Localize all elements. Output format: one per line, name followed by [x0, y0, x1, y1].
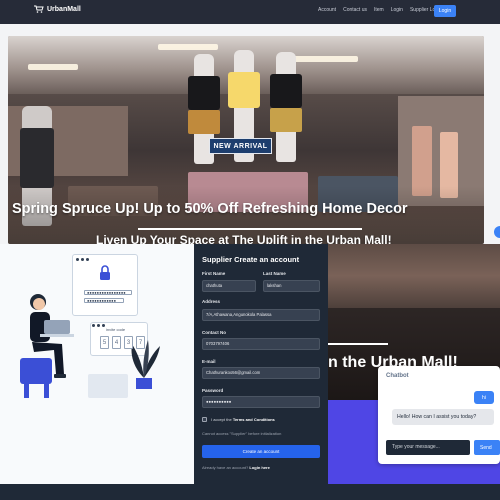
hero-title: Spring Spruce Up! Up to 50% Off Refreshi…: [12, 201, 408, 217]
ceiling-light: [28, 64, 78, 70]
last-name-label: Last Name: [263, 271, 286, 276]
ceiling-light: [158, 44, 218, 50]
error-message: Cannot access "Supplier" before initiali…: [202, 431, 282, 436]
first-name-label: First Name: [202, 271, 226, 276]
nav-link-contact[interactable]: Contact us: [343, 7, 367, 13]
address-input[interactable]: 7/A,Athawana,Angunokola Palassa: [202, 309, 320, 321]
code-digit: 5: [100, 336, 109, 349]
footer: [0, 484, 500, 500]
person-with-laptop-icon: [20, 294, 74, 398]
terms-text: I accept the Terms and Conditions: [211, 417, 275, 422]
mannequin-pants: [188, 110, 220, 134]
code-digit: 4: [112, 336, 121, 349]
new-arrival-sign: NEW ARRIVAL: [209, 138, 272, 154]
mannequin-shirt: [270, 74, 302, 108]
hero-divider-2: [328, 343, 388, 345]
cart-icon: [34, 5, 44, 13]
user-message: hi: [474, 391, 494, 404]
nav-link-account[interactable]: Account: [318, 7, 336, 13]
password-input[interactable]: ●●●●●●●●●●: [202, 396, 320, 408]
boxes: [88, 374, 128, 398]
terms-prefix: I accept the: [211, 417, 232, 422]
mannequin-shirt: [188, 76, 220, 110]
nav-link-login[interactable]: Login: [391, 7, 403, 13]
brand-name: UrbanMall: [47, 5, 81, 13]
hero-divider: [138, 228, 362, 230]
brand-logo[interactable]: UrbanMall: [34, 5, 81, 13]
mannequin-pants: [270, 108, 302, 132]
form-title: Supplier Create an account: [202, 255, 300, 264]
lock-icon: [100, 265, 110, 280]
send-button[interactable]: Send: [474, 440, 500, 455]
signup-illustration: ●●●●●●●●●●●●●●●● ●●●●●●●●●●●●: [0, 244, 194, 484]
bot-message: Hello! How can I assist you today?: [392, 409, 494, 425]
create-account-button[interactable]: Create an account: [202, 445, 320, 458]
signin-text: Already have an account? Login here: [202, 465, 270, 470]
window-dots-icon: [76, 258, 89, 261]
carousel-control[interactable]: [494, 226, 500, 238]
nav-links: Account Contact us Item Login Supplier L…: [318, 7, 438, 13]
first-name-input[interactable]: chathuta: [202, 280, 256, 292]
last-name-input[interactable]: lakshan: [263, 280, 320, 292]
address-label: Address: [202, 299, 221, 304]
mannequin-jacket: [20, 128, 54, 188]
chatbot-title: Chatbot: [386, 373, 409, 379]
password-label: Password: [202, 388, 224, 393]
email-input[interactable]: Chathurankoo56@gmail.com: [202, 367, 320, 379]
email-label: E-mail: [202, 359, 216, 364]
mannequin-shirt: [228, 72, 260, 108]
nav-link-item[interactable]: Item: [374, 7, 384, 13]
contact-input[interactable]: 0703797406: [202, 338, 320, 350]
top-navbar: UrbanMall Account Contact us Item Login …: [0, 0, 500, 24]
invite-code-label: invite code: [106, 327, 126, 332]
contact-label: Contact No: [202, 330, 226, 335]
terms-checkbox[interactable]: [202, 417, 207, 422]
store-image-2: [328, 244, 500, 308]
signin-prefix: Already have an account?: [202, 465, 249, 470]
chat-input[interactable]: [386, 440, 470, 455]
code-digit: 3: [124, 336, 133, 349]
terms-link[interactable]: Terms and Conditions: [233, 417, 275, 422]
window-dots-icon: [92, 324, 105, 327]
ceiling-light: [288, 56, 358, 62]
login-here-link[interactable]: Login here: [249, 465, 269, 470]
login-button[interactable]: Login: [434, 5, 456, 17]
code-digit: 7: [136, 336, 145, 349]
